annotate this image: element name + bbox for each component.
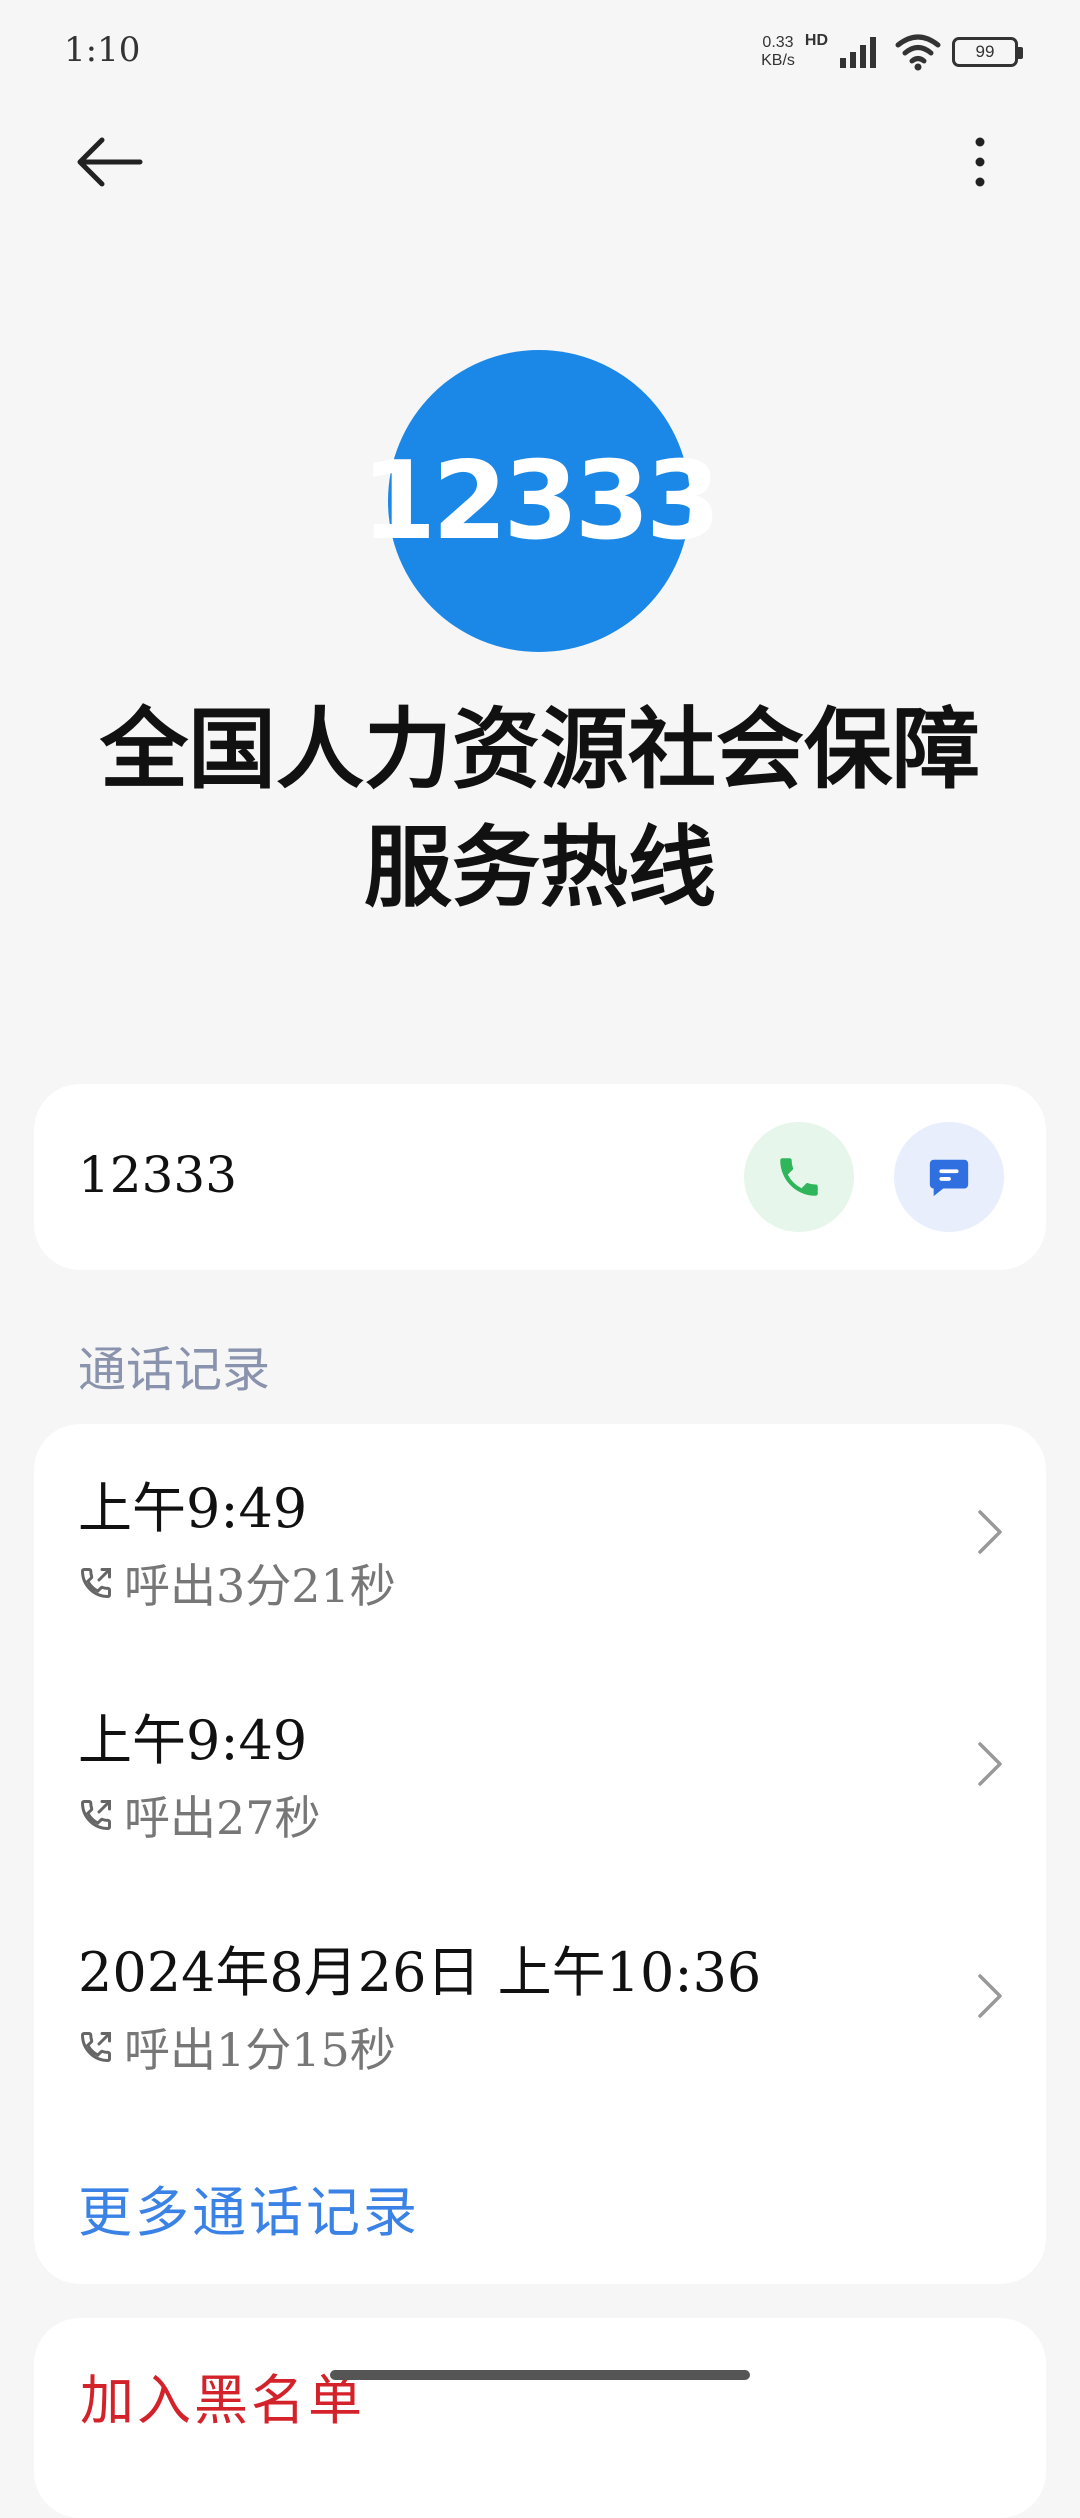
home-indicator[interactable] — [330, 2370, 750, 2380]
call-log-duration: 呼出3分21秒 — [124, 1559, 396, 1613]
message-button[interactable] — [894, 1122, 1004, 1232]
more-vertical-icon[interactable] — [960, 132, 1000, 192]
hd-label: HD — [804, 32, 828, 49]
call-log-card: 上午9:49 呼出3分21秒 上午9:49 呼出27秒 2024年8月26日 上… — [34, 1424, 1046, 2284]
call-log-item[interactable]: 上午9:49 呼出3分21秒 — [34, 1424, 1046, 1624]
blacklist-card: 加入黑名单 — [34, 2318, 1046, 2518]
call-log-time: 上午9:49 — [78, 1477, 308, 1540]
call-log-detail: 呼出3分21秒 — [78, 1550, 396, 1616]
outgoing-call-icon — [80, 1800, 111, 1831]
wifi-icon — [895, 34, 941, 71]
contact-avatar: 12333 — [361, 350, 721, 652]
chevron-right-icon — [978, 1742, 1002, 1786]
call-log-detail: 呼出27秒 — [78, 1782, 321, 1848]
outgoing-call-icon — [80, 1568, 111, 1599]
call-log-section-title: 通话记录 — [78, 1342, 271, 1398]
call-log-detail: 呼出1分15秒 — [78, 2014, 396, 2080]
avatar-text: 12333 — [361, 438, 721, 564]
network-speed-value: 0.33 — [762, 34, 794, 51]
battery-icon: 99 — [952, 37, 1023, 67]
chevron-right-icon — [978, 1974, 1002, 2018]
status-time: 1:10 — [64, 30, 141, 70]
phone-number-card: 12333 — [34, 1084, 1046, 1270]
network-speed-unit: KB/s — [761, 52, 795, 69]
arrow-left-icon[interactable] — [72, 132, 144, 192]
call-log-time: 上午9:49 — [78, 1709, 308, 1772]
call-log-duration: 呼出1分15秒 — [124, 2023, 396, 2077]
call-log-item[interactable]: 2024年8月26日 上午10:36 呼出1分15秒 — [34, 1888, 1046, 2088]
contact-name-line2: 服务热线 — [363, 815, 716, 919]
call-button[interactable] — [744, 1122, 854, 1232]
call-log-item[interactable]: 上午9:49 呼出27秒 — [34, 1656, 1046, 1856]
status-icons: 0.33 KB/s HD 99 — [761, 30, 1023, 74]
outgoing-call-icon — [80, 2032, 111, 2063]
phone-icon — [780, 1158, 818, 1196]
call-log-duration: 呼出27秒 — [124, 1791, 321, 1845]
phone-number[interactable]: 12333 — [78, 1146, 237, 1204]
battery-level: 99 — [975, 42, 995, 61]
more-call-log-link[interactable]: 更多通话记录 — [78, 2168, 420, 2247]
signal-icon — [840, 37, 876, 68]
network-speed: 0.33 KB/s — [761, 34, 795, 70]
contact-name-line1: 全国人力资源社会保障 — [99, 697, 980, 801]
status-bar: 1:10 0.33 KB/s HD 99 — [0, 0, 1080, 110]
message-icon — [929, 1159, 969, 1197]
contact-name: 全国人力资源社会保障 服务热线 — [60, 690, 1020, 926]
chevron-right-icon — [978, 1510, 1002, 1554]
add-to-blacklist-button[interactable]: 加入黑名单 — [80, 2356, 365, 2435]
call-log-time: 2024年8月26日 上午10:36 — [78, 1941, 762, 2004]
